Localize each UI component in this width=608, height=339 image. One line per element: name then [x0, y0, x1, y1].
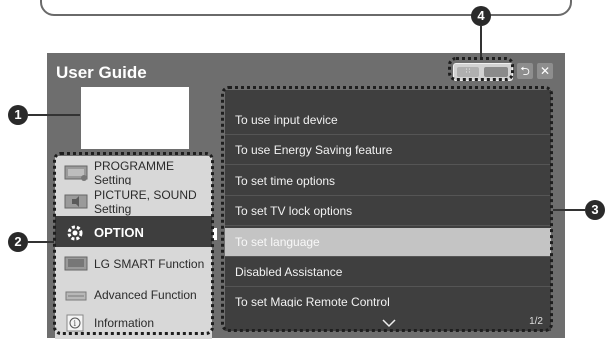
top-callout-box	[40, 0, 572, 16]
callout-1-line	[28, 114, 80, 116]
view-toggle-outline	[448, 57, 514, 81]
preview-window	[81, 87, 189, 149]
callout-4-line	[480, 26, 482, 57]
callout-1: 1	[8, 105, 28, 125]
callout-3: 3	[585, 200, 605, 220]
sidebar-highlight-outline	[53, 152, 214, 335]
callout-4: 4	[471, 6, 491, 26]
callout-2: 2	[8, 232, 28, 252]
callout-3-line	[553, 209, 585, 211]
callout-2-line	[28, 241, 54, 243]
page-title: User Guide	[56, 63, 147, 82]
close-button[interactable]: ✕	[537, 63, 553, 79]
back-button[interactable]: ⮌	[517, 63, 533, 79]
content-highlight-outline	[221, 86, 553, 332]
